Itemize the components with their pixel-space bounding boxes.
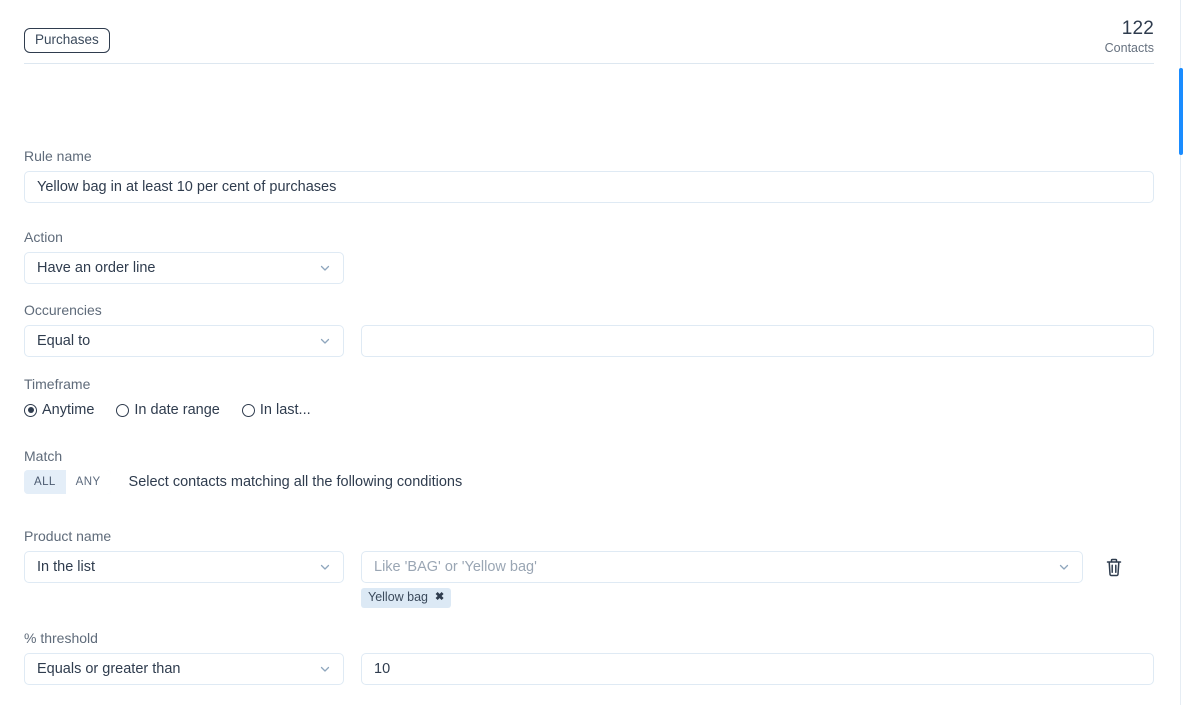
contacts-count-label: Contacts: [1104, 41, 1154, 55]
match-toggle-all[interactable]: ALL: [24, 470, 66, 494]
threshold-label: % threshold: [24, 630, 98, 646]
timeframe-option-anytime[interactable]: Anytime: [24, 402, 94, 418]
product-name-label: Product name: [24, 528, 112, 544]
action-label: Action: [24, 229, 63, 245]
chevron-down-icon: [1058, 561, 1070, 573]
timeframe-option-in-date-range-label: In date range: [134, 402, 220, 418]
match-description: Select contacts matching all the followi…: [128, 474, 463, 490]
scrollbar-thumb[interactable]: [1179, 68, 1183, 155]
timeframe-option-in-date-range[interactable]: In date range: [116, 402, 220, 418]
radio-icon: [24, 403, 37, 417]
action-select[interactable]: Have an order line: [24, 252, 344, 284]
product-name-value-placeholder: Like 'BAG' or 'Yellow bag': [374, 559, 537, 575]
product-name-operator-value: In the list: [37, 559, 96, 575]
rule-name-input[interactable]: Yellow bag in at least 10 per cent of pu…: [24, 171, 1154, 203]
chevron-down-icon: [319, 335, 331, 347]
contacts-count-number: 122: [1121, 18, 1154, 39]
timeframe-label: Timeframe: [24, 376, 91, 392]
page-header: Purchases 122 Contacts: [24, 0, 1154, 64]
match-label: Match: [24, 448, 63, 464]
segment-tag-purchases[interactable]: Purchases: [24, 28, 110, 53]
chevron-down-icon: [319, 561, 331, 573]
timeframe-option-in-last-label: In last...: [259, 402, 311, 418]
match-toggle: ALL ANY: [24, 470, 111, 494]
product-name-chip[interactable]: Yellow bag ✖: [361, 588, 452, 608]
timeframe-radio-group: Anytime In date range In last...: [24, 402, 333, 418]
rule-name-label: Rule name: [24, 148, 92, 164]
product-name-value-select[interactable]: Like 'BAG' or 'Yellow bag': [361, 551, 1083, 583]
occurencies-amount-input[interactable]: [361, 325, 1154, 357]
match-controls: ALL ANY Select contacts matching all the…: [24, 470, 462, 494]
header-divider: [24, 63, 1154, 64]
close-icon[interactable]: ✖: [435, 592, 444, 603]
threshold-operator-select[interactable]: Equals or greater than: [24, 653, 344, 685]
threshold-amount-input[interactable]: 10: [361, 653, 1154, 685]
contacts-counter: 122 Contacts: [1105, 18, 1154, 56]
product-name-chip-label: Yellow bag: [368, 590, 429, 604]
timeframe-option-anytime-label: Anytime: [42, 402, 95, 418]
radio-icon: [241, 403, 255, 417]
match-toggle-any[interactable]: ANY: [65, 470, 111, 494]
chevron-down-icon: [319, 663, 331, 675]
chevron-down-icon: [319, 262, 331, 274]
occurencies-label: Occurencies: [24, 302, 102, 318]
occurencies-operator-value: Equal to: [37, 333, 91, 349]
threshold-operator-value: Equals or greater than: [37, 661, 181, 677]
occurencies-operator-select[interactable]: Equal to: [24, 325, 344, 357]
radio-icon: [116, 403, 130, 417]
timeframe-option-in-last[interactable]: In last...: [241, 402, 311, 418]
product-name-operator-select[interactable]: In the list: [24, 551, 344, 583]
rule-editor-page: Purchases 122 Contacts Rule name Yellow …: [0, 0, 1189, 705]
trash-icon[interactable]: [1105, 557, 1123, 577]
action-select-value: Have an order line: [37, 260, 156, 276]
